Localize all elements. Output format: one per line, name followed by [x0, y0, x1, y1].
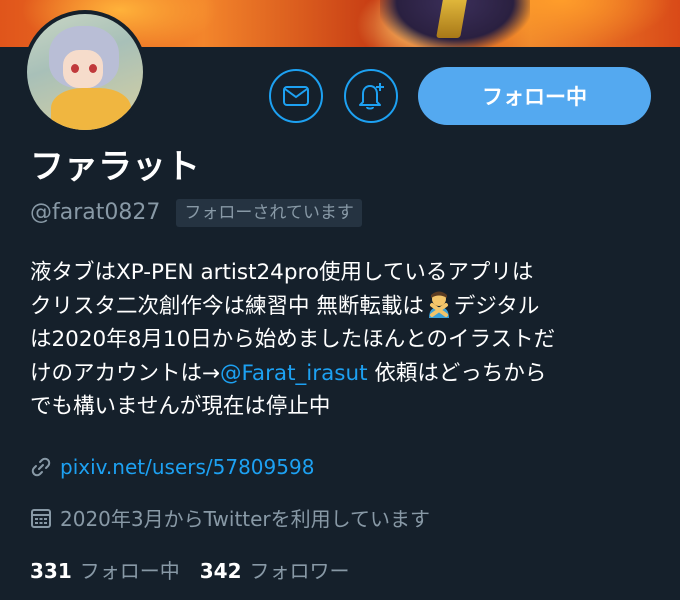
person-gesturing-no-icon [425, 290, 453, 318]
bio-line: けのアカウントは→@Farat_irasut 依頼はどっちから [30, 357, 655, 391]
website-row: pixiv.net/users/57809598 [30, 455, 314, 479]
following-stat[interactable]: 331 フォロー中 [30, 555, 180, 584]
followers-count: 342 [199, 559, 242, 583]
notify-button[interactable] [344, 69, 398, 123]
bell-plus-icon [359, 83, 384, 110]
website-link[interactable]: pixiv.net/users/57809598 [60, 455, 314, 479]
following-button[interactable]: フォロー中 [418, 67, 651, 125]
profile-bio: 液タブはXP-PEN artist24pro使用しているアプリは クリスタ二次創… [30, 256, 655, 424]
bio-text: 依頼はどっちから [367, 360, 547, 386]
handle-row: @farat0827 フォローされています [30, 198, 362, 228]
bio-line: クリスタ二次創作今は練習中 無断転載は デジタル [30, 290, 655, 324]
message-button[interactable] [269, 69, 323, 123]
bio-text: クリスタ二次創作今は練習中 無断転載は [30, 293, 424, 319]
bio-text: けのアカウントは→ [30, 360, 221, 386]
followers-label: フォロワー [249, 559, 350, 583]
follows-you-badge: フォローされています [176, 199, 362, 227]
bio-line: 液タブはXP-PEN artist24pro使用しているアプリは [30, 260, 534, 285]
following-count: 331 [30, 559, 72, 583]
user-handle: @farat0827 [30, 200, 161, 225]
link-icon [31, 457, 51, 477]
joined-date: 2020年3月からTwitterを利用しています [60, 507, 431, 531]
avatar-image [27, 14, 143, 130]
follow-counts: 331 フォロー中 342 フォロワー [30, 555, 350, 584]
mail-icon [283, 86, 309, 106]
bio-line: でも構いませんが現在は停止中 [30, 394, 331, 419]
followers-stat[interactable]: 342 フォロワー [200, 555, 350, 584]
calendar-icon [31, 508, 51, 528]
bio-text: デジタル [453, 293, 540, 319]
bio-line: は2020年8月10日から始めましたほんとのイラストだ [30, 327, 556, 352]
following-label: フォロー中 [79, 559, 180, 583]
display-name: ファラット [30, 147, 200, 187]
avatar[interactable] [23, 10, 147, 134]
joined-row: 2020年3月からTwitterを利用しています [30, 503, 430, 532]
mention-link[interactable]: @Farat_irasut [220, 361, 368, 386]
